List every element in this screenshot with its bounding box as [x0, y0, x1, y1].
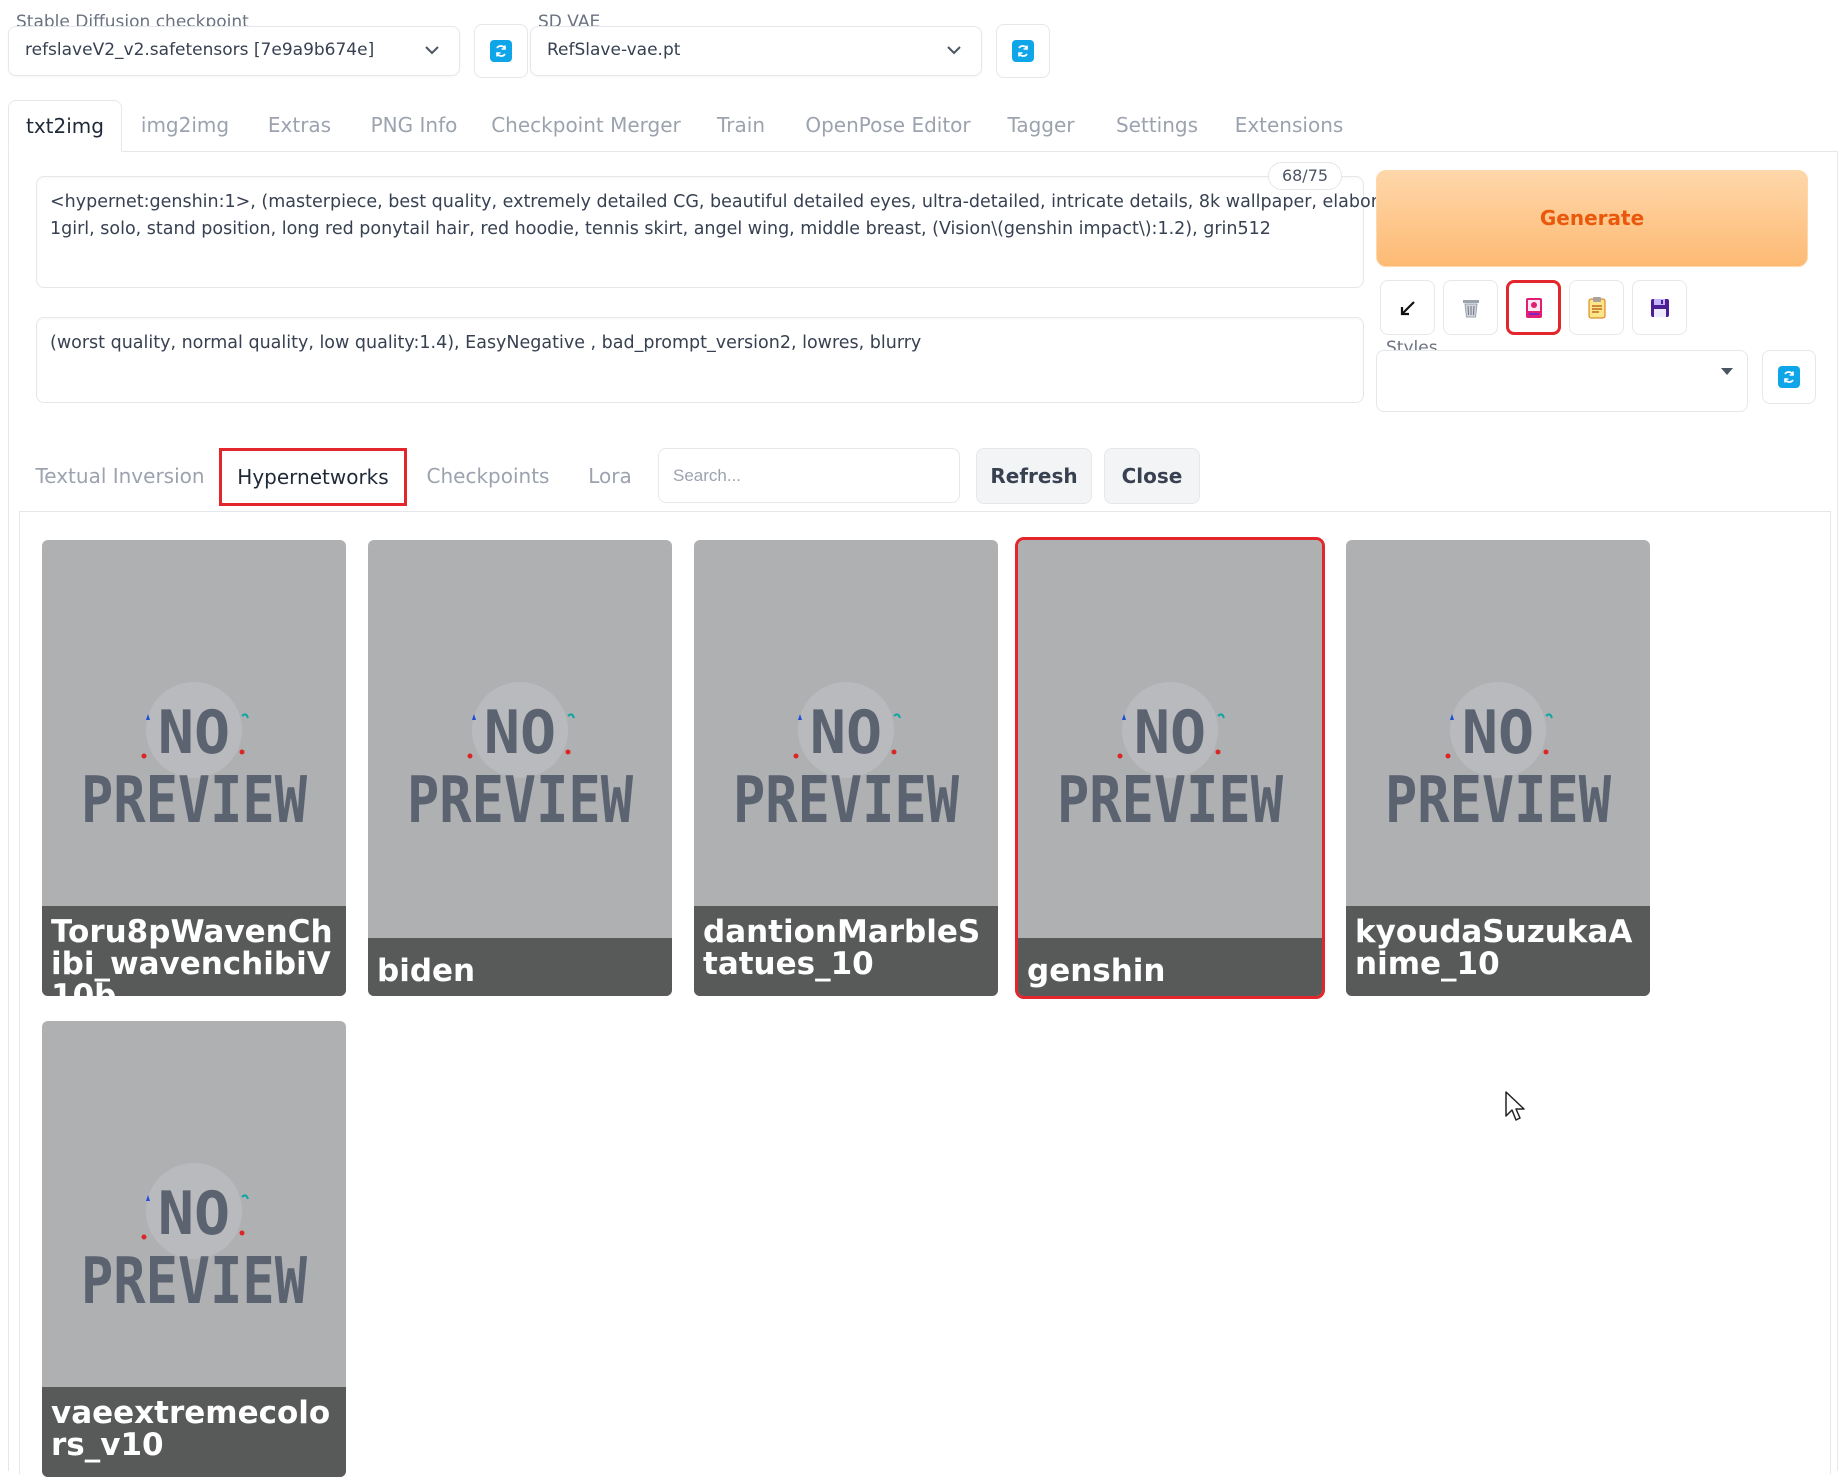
chevron-down-icon [947, 46, 961, 55]
card-name: kyoudaSuzukaAnime_10 [1346, 906, 1650, 996]
refresh-button[interactable]: Refresh [976, 448, 1092, 504]
clipboard-icon [1588, 296, 1605, 318]
no-preview-bottom-text: PREVIEW [1057, 764, 1283, 838]
no-preview-image: NO PREVIEW [733, 682, 959, 838]
prompt-line-1: <hypernet:genshin:1>, (masterpiece, best… [50, 192, 1497, 212]
no-preview-top-text: NO [158, 698, 230, 768]
trash-icon [1462, 299, 1479, 317]
negative-prompt-text: (worst quality, normal quality, low qual… [50, 333, 922, 353]
tab-extras[interactable]: Extras [252, 100, 347, 152]
card-dantionmarblestatues[interactable]: NO PREVIEW dantionMarbleStatues_10 [694, 540, 998, 996]
token-counter: 68/75 [1268, 162, 1342, 190]
tab-settings[interactable]: Settings [1104, 100, 1210, 152]
refresh-icon [490, 40, 512, 62]
card-biden[interactable]: NO PREVIEW biden [368, 540, 672, 996]
checkpoint-value: refslaveV2_v2.safetensors [7e9a9b674e] [25, 40, 375, 60]
tab-img2img[interactable]: img2img [130, 100, 240, 152]
tab-png-info[interactable]: PNG Info [360, 100, 468, 152]
no-preview-top-text: NO [810, 698, 882, 768]
close-button[interactable]: Close [1104, 448, 1200, 504]
tab-checkpoints[interactable]: Checkpoints [416, 448, 560, 506]
tab-textual-inversion[interactable]: Textual Inversion [30, 448, 210, 506]
negative-prompt-textarea[interactable]: (worst quality, normal quality, low qual… [36, 317, 1364, 403]
arrow-icon [1400, 300, 1415, 315]
card-name: biden [368, 938, 672, 996]
tab-txt2img[interactable]: txt2img [8, 100, 122, 152]
vae-select[interactable]: RefSlave-vae.pt [530, 26, 982, 76]
card-name: Toru8pWavenChibi_wavenchibiV10b [42, 906, 346, 996]
vae-refresh-button[interactable] [996, 24, 1050, 78]
card-name: genshin [1018, 938, 1322, 996]
card-name: dantionMarbleStatues_10 [694, 906, 998, 996]
extra-networks-button[interactable] [1506, 280, 1561, 335]
refresh-icon [1778, 366, 1800, 388]
tab-openpose-editor[interactable]: OpenPose Editor [796, 100, 980, 152]
no-preview-bottom-text: PREVIEW [81, 1245, 307, 1319]
card-kyoudasuzukaanime[interactable]: NO PREVIEW kyoudaSuzukaAnime_10 [1346, 540, 1650, 996]
tab-extensions[interactable]: Extensions [1224, 100, 1354, 152]
generate-button[interactable]: Generate [1376, 170, 1808, 267]
card-toru8pwavenchibi[interactable]: NO PREVIEW Toru8pWavenChibi_wavenchibiV1… [42, 540, 346, 996]
tab-train[interactable]: Train [700, 100, 782, 152]
styles-select[interactable] [1376, 350, 1748, 412]
read-params-button[interactable] [1380, 280, 1435, 335]
mouse-cursor-icon [1505, 1091, 1525, 1121]
prompt-textarea[interactable]: <hypernet:genshin:1>, (masterpiece, best… [36, 176, 1497, 288]
save-icon [1650, 298, 1669, 317]
no-preview-top-text: NO [1462, 698, 1534, 768]
refresh-icon [1012, 40, 1034, 62]
tab-lora[interactable]: Lora [574, 448, 646, 506]
save-style-button[interactable] [1632, 280, 1687, 335]
no-preview-bottom-text: PREVIEW [733, 764, 959, 838]
card-genshin[interactable]: NO PREVIEW genshin [1015, 537, 1325, 999]
no-preview-image: NO PREVIEW [81, 682, 307, 838]
no-preview-image: NO PREVIEW [1057, 682, 1283, 838]
card-vaeextremecolors[interactable]: NO PREVIEW vaeextremecolors_v10 [42, 1021, 346, 1477]
prompt-line-2: 1girl, solo, stand position, long red po… [50, 219, 1271, 239]
chevron-down-icon [425, 46, 439, 55]
checkpoint-select[interactable]: refslaveV2_v2.safetensors [7e9a9b674e] [8, 26, 460, 76]
search-input[interactable] [658, 448, 960, 503]
no-preview-bottom-text: PREVIEW [407, 764, 633, 838]
clear-prompt-button[interactable] [1443, 280, 1498, 335]
tab-hypernetworks[interactable]: Hypernetworks [219, 448, 407, 506]
apply-style-button[interactable] [1569, 280, 1624, 335]
tab-checkpoint-merger[interactable]: Checkpoint Merger [480, 100, 692, 152]
no-preview-image: NO PREVIEW [81, 1163, 307, 1319]
no-preview-top-text: NO [1134, 698, 1206, 768]
no-preview-top-text: NO [484, 698, 556, 768]
no-preview-bottom-text: PREVIEW [1385, 764, 1611, 838]
tab-tagger[interactable]: Tagger [994, 100, 1088, 152]
no-preview-image: NO PREVIEW [1385, 682, 1611, 838]
styles-refresh-button[interactable] [1762, 350, 1816, 404]
no-preview-image: NO PREVIEW [407, 682, 633, 838]
extra-networks-icon [1525, 297, 1542, 318]
no-preview-top-text: NO [158, 1179, 230, 1249]
dropdown-triangle-icon [1721, 368, 1733, 375]
vae-value: RefSlave-vae.pt [547, 40, 681, 60]
no-preview-bottom-text: PREVIEW [81, 764, 307, 838]
checkpoint-refresh-button[interactable] [474, 24, 528, 78]
card-name: vaeextremecolors_v10 [42, 1387, 346, 1477]
